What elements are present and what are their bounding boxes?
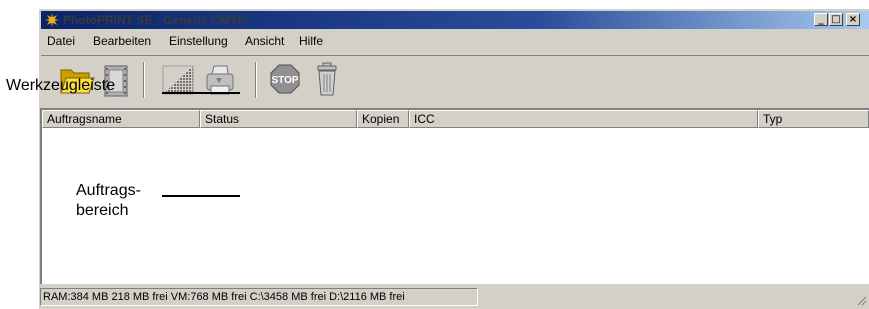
toolbar-callout-label: Werkzeugleiste [6,77,116,94]
job-area-callout-line [162,195,240,197]
delete-button[interactable] [309,60,345,98]
toolbar: STOP [41,55,869,115]
toolbar-callout-line [162,92,240,94]
title-bar[interactable]: PhotoPRINT SE - Generic CMYK _ □ × [41,11,869,29]
minimize-button[interactable]: _ [814,13,828,26]
menu-bearbeiten[interactable]: Bearbeiten [93,34,151,48]
column-header-row: Auftragsname Status Kopien ICC Typ [42,110,869,128]
status-bar: RAM:384 MB 218 MB frei VM:768 MB frei C:… [40,288,869,308]
stop-icon: STOP [270,64,300,94]
app-icon [45,13,59,27]
menu-bar: Datei Bearbeiten Einstellung Ansicht Hil… [41,31,869,51]
column-header-status[interactable]: Status [200,110,357,128]
toolbar-separator [143,62,145,98]
column-header-auftragsname[interactable]: Auftragsname [42,110,200,128]
column-header-icc[interactable]: ICC [409,110,758,128]
status-memory-info: RAM:384 MB 218 MB frei VM:768 MB frei C:… [40,288,478,306]
menu-ansicht[interactable]: Ansicht [245,34,284,48]
column-header-typ[interactable]: Typ [758,110,869,128]
window-title: PhotoPRINT SE - Generic CMYK [63,13,247,27]
stop-button[interactable]: STOP [267,60,303,98]
menu-hilfe[interactable]: Hilfe [299,34,323,48]
toolbar-separator [255,62,257,98]
column-header-kopien[interactable]: Kopien [357,110,409,128]
close-button[interactable]: × [846,13,860,26]
job-area-callout-label-line1: Auftrags- [76,182,141,199]
job-area-callout-label-line2: bereich [76,202,129,219]
trash-icon [317,62,337,96]
menu-einstellung[interactable]: Einstellung [169,34,228,48]
resize-grip-icon[interactable] [855,294,867,306]
stop-label: STOP [271,75,298,86]
menu-datei[interactable]: Datei [47,34,75,48]
maximize-button[interactable]: □ [829,13,843,26]
